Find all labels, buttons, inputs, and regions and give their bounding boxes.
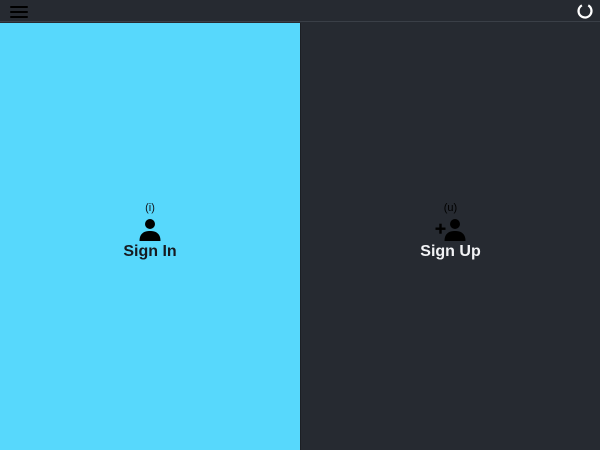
menu-icon-line (10, 11, 28, 13)
auth-choice-panels: (i) Sign In (u) Sign Up (0, 23, 600, 450)
top-bar (0, 0, 600, 22)
menu-icon-line (10, 6, 28, 8)
person-add-icon (435, 219, 465, 241)
menu-icon-line (10, 16, 28, 18)
sign-up-content: (u) Sign Up (301, 201, 600, 262)
sign-in-label: Sign In (123, 243, 177, 260)
sign-up-label: Sign Up (420, 243, 481, 260)
sign-up-panel[interactable]: (u) Sign Up (300, 23, 600, 450)
sign-in-content: (i) Sign In (0, 201, 300, 262)
sign-in-shortcut-hint: (i) (145, 202, 155, 214)
loading-spinner-icon (576, 2, 594, 20)
sign-up-shortcut-hint: (u) (443, 202, 458, 214)
sign-in-panel[interactable]: (i) Sign In (0, 23, 300, 450)
person-icon (139, 219, 161, 241)
menu-button[interactable] (9, 3, 29, 19)
